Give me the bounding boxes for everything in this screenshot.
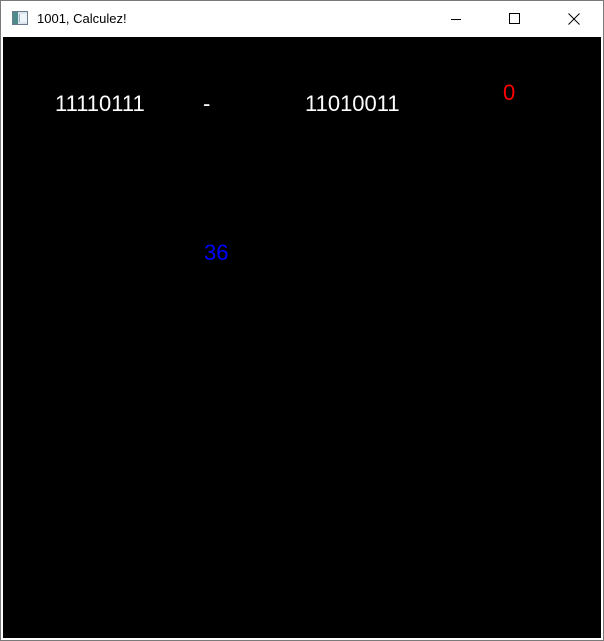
app-window: 1001, Calculez! 11110111 - 11010011 0 36 — [0, 0, 604, 641]
score-counter: 0 — [503, 80, 516, 105]
answer-input[interactable]: 36 — [204, 240, 228, 266]
window-title: 1001, Calculez! — [37, 11, 127, 26]
maximize-button[interactable] — [492, 1, 538, 37]
maximize-icon — [509, 13, 520, 24]
minimize-icon — [451, 19, 461, 20]
title-bar[interactable]: 1001, Calculez! — [1, 1, 603, 37]
first-operand: 11110111 — [55, 91, 145, 116]
close-icon — [568, 13, 580, 25]
operator-sign: - — [203, 91, 211, 116]
second-operand: 11010011 — [305, 91, 400, 116]
app-window-icon — [12, 11, 28, 25]
game-canvas[interactable]: 11110111 - 11010011 0 36 — [3, 37, 601, 638]
close-button[interactable] — [551, 1, 597, 37]
minimize-button[interactable] — [433, 1, 479, 37]
